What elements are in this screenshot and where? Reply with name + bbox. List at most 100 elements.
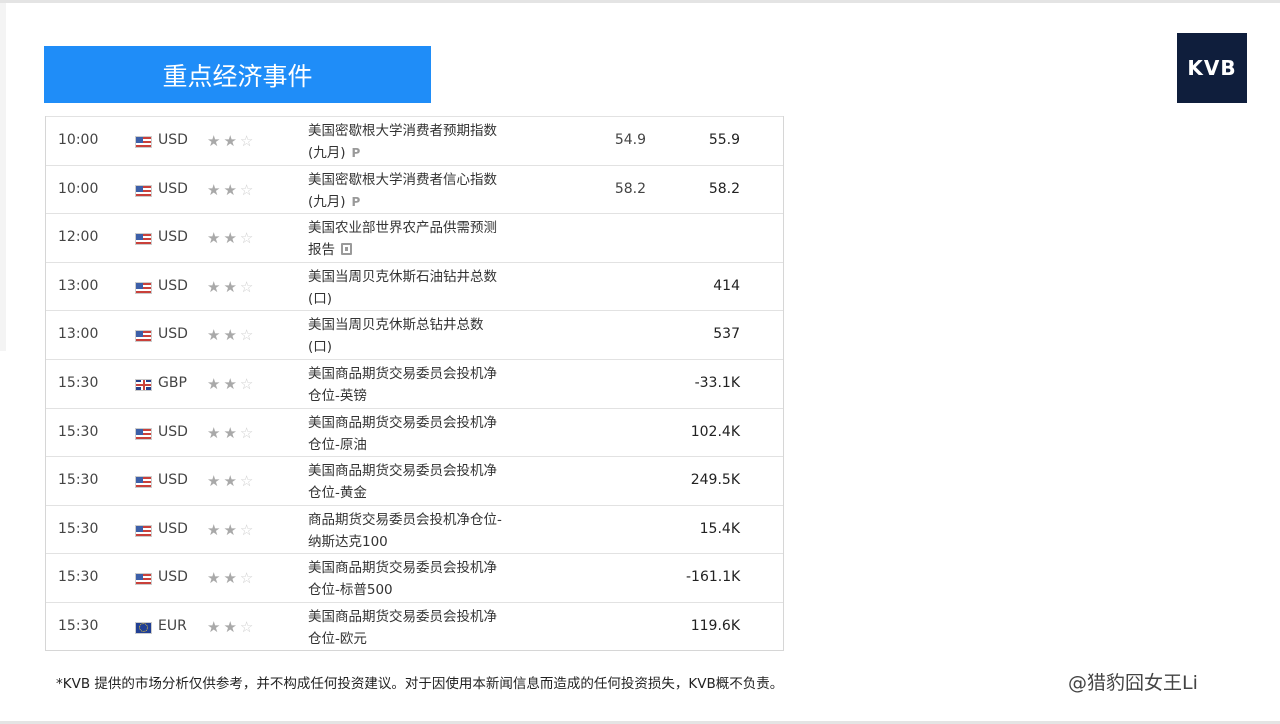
star-filled-icon: ★ <box>207 132 224 150</box>
event-row[interactable]: 15:30 EUR ★★☆ 美国商品期货交易委员会投机净 仓位-欧元 119.6K <box>46 601 783 651</box>
star-filled-icon: ★ <box>223 229 240 248</box>
event-currency: GBP <box>158 374 187 391</box>
event-currency: USD <box>158 326 188 343</box>
star-empty-icon: ☆ <box>239 326 257 345</box>
event-name-line2: (口) <box>308 336 528 358</box>
event-currency: USD <box>158 180 188 197</box>
preliminary-tag: P <box>351 146 361 160</box>
top-divider <box>0 0 1280 3</box>
star-filled-icon: ★ <box>207 423 224 442</box>
event-time: 10:00 <box>58 132 99 148</box>
watermark-text: @猎豹囧女王Li <box>1068 672 1198 694</box>
event-name-line2-text: 仓位-欧元 <box>308 630 367 647</box>
star-filled-icon: ★ <box>207 229 224 248</box>
event-value: 537 <box>713 326 740 343</box>
event-time: 15:30 <box>58 374 99 391</box>
event-name-line1: 美国商品期货交易委员会投机净 <box>308 365 497 382</box>
event-name[interactable]: 美国当周贝克休斯总钻井总数 (口) <box>308 314 528 358</box>
event-name-line1: 美国商品期货交易委员会投机净 <box>308 608 497 625</box>
importance-stars: ★★☆ <box>207 181 256 199</box>
star-filled-icon: ★ <box>207 472 224 491</box>
star-filled-icon: ★ <box>207 617 224 636</box>
event-currency: USD <box>158 472 188 489</box>
event-name-line2: 仓位-英镑 <box>308 385 528 407</box>
page-title: 重点经济事件 <box>162 61 313 91</box>
importance-stars: ★★☆ <box>207 472 256 490</box>
event-currency: USD <box>158 520 188 537</box>
star-empty-icon: ☆ <box>239 520 257 539</box>
event-row[interactable]: 15:30 GBP ★★☆ 美国商品期货交易委员会投机净 仓位-英镑 -33.1K <box>46 358 783 408</box>
star-empty-icon: ☆ <box>239 423 257 442</box>
event-currency: EUR <box>158 617 187 634</box>
event-name[interactable]: 商品期货交易委员会投机净仓位- 纳斯达克100 <box>308 509 528 553</box>
event-name[interactable]: 美国商品期货交易委员会投机净 仓位-黄金 <box>308 460 528 504</box>
importance-stars: ★★☆ <box>207 618 256 636</box>
event-row[interactable]: 12:00 USD ★★☆ 美国农业部世界农产品供需预测 报告 <box>46 213 783 262</box>
event-value: 15.4K <box>699 520 740 537</box>
event-name[interactable]: 美国农业部世界农产品供需预测 报告 <box>308 217 528 261</box>
event-row[interactable]: 15:30 USD ★★☆ 商品期货交易委员会投机净仓位- 纳斯达克100 15.4K <box>46 504 783 554</box>
star-empty-icon: ☆ <box>239 180 257 199</box>
event-name-line2: 仓位-原油 <box>308 434 528 456</box>
event-name-line2-text: 仓位-标普500 <box>308 582 393 599</box>
star-empty-icon: ☆ <box>239 617 257 636</box>
logo-text: KVB <box>1187 56 1237 80</box>
event-time: 13:00 <box>58 277 99 294</box>
event-name-line1: 美国密歇根大学消费者信心指数 <box>308 171 497 188</box>
event-name[interactable]: 美国当周贝克休斯石油钻井总数 (口) <box>308 266 528 310</box>
eu-flag-icon <box>135 621 152 634</box>
us-flag-icon <box>135 427 152 440</box>
star-filled-icon: ★ <box>223 132 240 150</box>
event-value: -161.1K <box>686 569 741 586</box>
star-empty-icon: ☆ <box>239 472 257 491</box>
event-time: 15:30 <box>58 520 99 537</box>
star-filled-icon: ★ <box>223 326 240 345</box>
event-row[interactable]: 13:00 USD ★★☆ 美国当周贝克休斯石油钻井总数 (口) 414 <box>46 261 783 311</box>
event-name-line1: 美国当周贝克休斯石油钻井总数 <box>308 268 497 285</box>
event-name-line1: 美国商品期货交易委员会投机净 <box>308 560 497 577</box>
event-name-line2: 报告 <box>308 239 528 261</box>
star-filled-icon: ★ <box>207 180 224 199</box>
star-filled-icon: ★ <box>223 423 240 442</box>
document-icon[interactable] <box>341 243 352 256</box>
event-name-line2: 纳斯达克100 <box>308 531 528 553</box>
event-name-line1: 美国当周贝克休斯总钻井总数 <box>308 317 484 334</box>
event-row[interactable]: 13:00 USD ★★☆ 美国当周贝克休斯总钻井总数 (口) 537 <box>46 310 783 359</box>
event-row[interactable]: 10:00 USD ★★☆ 美国密歇根大学消费者预期指数 (九月) P 54.9 55.9 <box>46 116 783 165</box>
event-name[interactable]: 美国商品期货交易委员会投机净 仓位-标普500 <box>308 557 528 601</box>
star-filled-icon: ★ <box>223 374 240 393</box>
event-name-line2: (九月) P <box>308 142 528 164</box>
event-row[interactable]: 15:30 USD ★★☆ 美国商品期货交易委员会投机净 仓位-原油 102.4K <box>46 407 783 457</box>
importance-stars: ★★☆ <box>207 132 256 150</box>
us-flag-icon <box>135 330 152 343</box>
star-filled-icon: ★ <box>207 277 224 296</box>
event-row[interactable]: 15:30 USD ★★☆ 美国商品期货交易委员会投机净 仓位-标普500 -161.1K <box>46 553 783 602</box>
star-filled-icon: ★ <box>223 569 240 588</box>
star-empty-icon: ☆ <box>239 132 257 150</box>
event-name[interactable]: 美国商品期货交易委员会投机净 仓位-原油 <box>308 412 528 456</box>
event-name-line2: 仓位-欧元 <box>308 628 528 650</box>
star-empty-icon: ☆ <box>239 277 257 296</box>
us-flag-icon <box>135 184 152 197</box>
star-empty-icon: ☆ <box>239 569 257 588</box>
event-value: 55.9 <box>708 132 740 148</box>
star-filled-icon: ★ <box>223 472 240 491</box>
event-name-line2: (口) <box>308 288 528 310</box>
us-flag-icon <box>135 233 152 246</box>
us-flag-icon <box>135 524 152 537</box>
event-time: 15:30 <box>58 569 99 586</box>
event-currency: USD <box>158 277 188 294</box>
event-name-line1: 商品期货交易委员会投机净仓位- <box>308 511 502 528</box>
importance-stars: ★★☆ <box>207 375 256 393</box>
star-filled-icon: ★ <box>223 617 240 636</box>
event-previous-value: 54.9 <box>614 132 646 148</box>
event-row[interactable]: 15:30 USD ★★☆ 美国商品期货交易委员会投机净 仓位-黄金 249.5K <box>46 456 783 505</box>
event-row[interactable]: 10:00 USD ★★☆ 美国密歇根大学消费者信心指数 (九月) P 58.2 58.2 <box>46 164 783 214</box>
us-flag-icon <box>135 476 152 489</box>
event-name[interactable]: 美国密歇根大学消费者预期指数 (九月) P <box>308 120 528 164</box>
event-name[interactable]: 美国商品期货交易委员会投机净仓位-英镑 <box>308 363 528 407</box>
importance-stars: ★★☆ <box>207 278 256 296</box>
event-name[interactable]: 美国密歇根大学消费者信心指数 (九月) P <box>308 169 528 213</box>
event-name[interactable]: 美国商品期货交易委员会投机净 仓位-欧元 <box>308 606 528 650</box>
star-empty-icon: ☆ <box>239 229 257 248</box>
